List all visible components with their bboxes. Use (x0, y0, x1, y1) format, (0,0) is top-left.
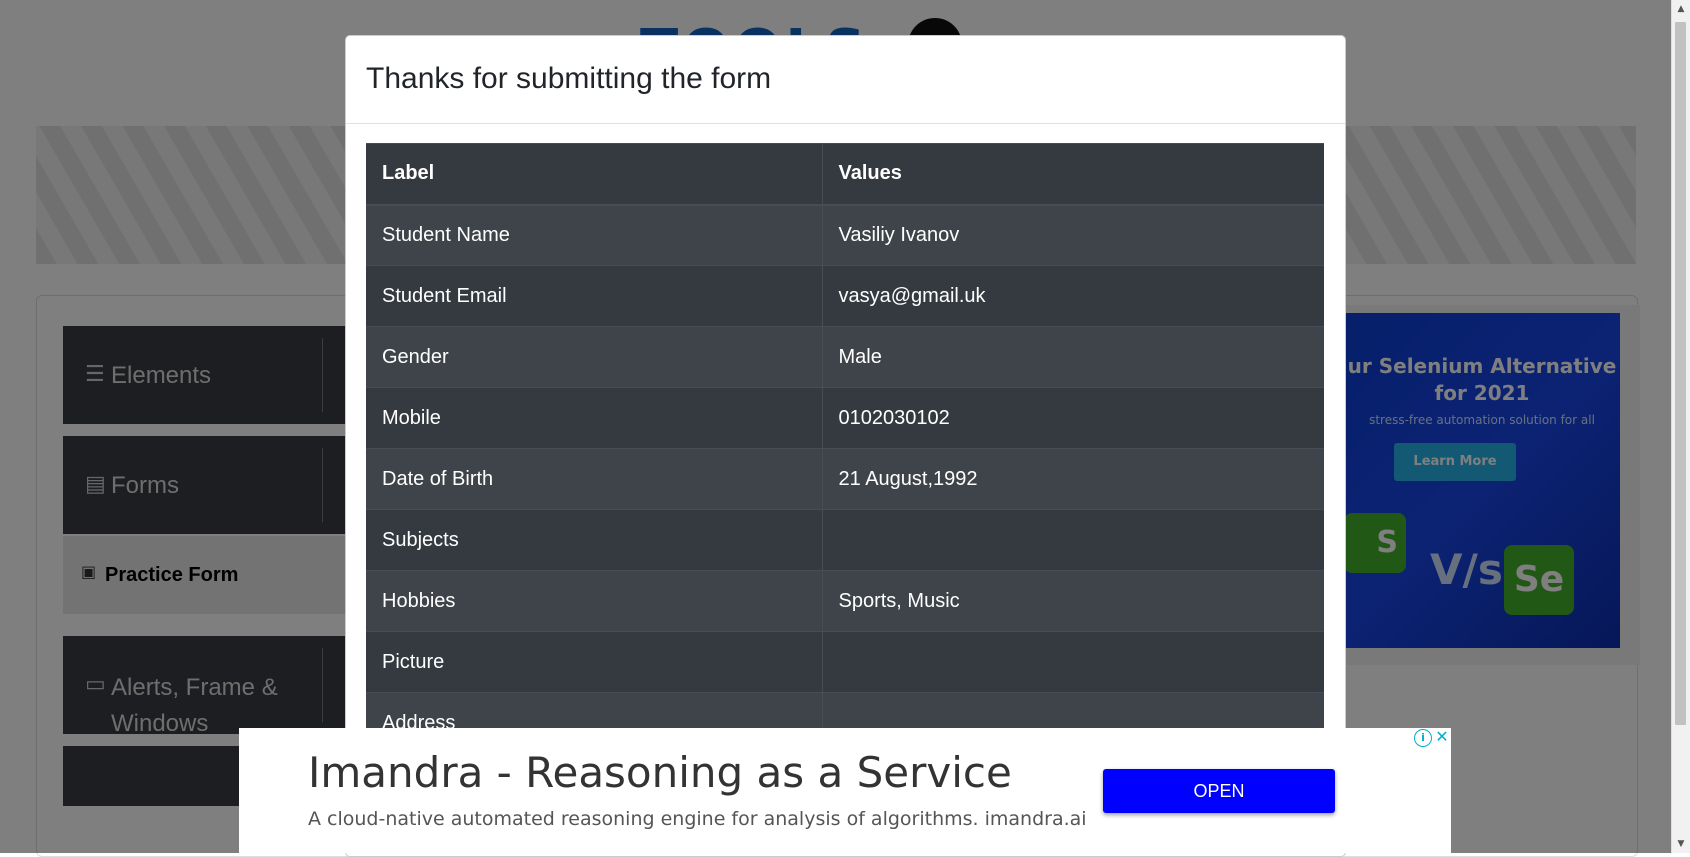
scroll-thumb[interactable] (1675, 22, 1686, 725)
ad-close-icon[interactable]: ✕ (1433, 728, 1451, 746)
column-header-label: Label (366, 143, 823, 206)
scroll-down-arrow-icon[interactable]: ▼ (1672, 835, 1690, 853)
table-row: Subjects (366, 509, 1324, 571)
ad-open-button[interactable]: OPEN (1103, 769, 1335, 813)
ad-description[interactable]: A cloud-native automated reasoning engin… (308, 808, 1087, 830)
row-value: vasya@gmail.uk (822, 265, 1324, 327)
results-table: Label Values Student Name Vasiliy Ivanov … (366, 143, 1324, 754)
row-label: Subjects (366, 509, 823, 571)
row-value: 21 August,1992 (822, 448, 1324, 510)
bottom-advertisement[interactable]: Imandra - Reasoning as a Service A cloud… (239, 728, 1451, 853)
row-value: 0102030102 (822, 387, 1324, 449)
modal-header: Thanks for submitting the form (346, 36, 1345, 124)
scroll-up-arrow-icon[interactable]: ▲ (1672, 0, 1690, 18)
row-value (822, 631, 1324, 693)
ad-title[interactable]: Imandra - Reasoning as a Service (308, 748, 1012, 797)
row-label: Student Name (366, 204, 823, 266)
row-label: Date of Birth (366, 448, 823, 510)
row-value (822, 509, 1324, 571)
table-row: Picture (366, 631, 1324, 693)
modal-title: Thanks for submitting the form (366, 62, 772, 95)
row-value: Male (822, 326, 1324, 388)
table-row: Date of Birth 21 August,1992 (366, 448, 1324, 510)
row-label: Picture (366, 631, 823, 693)
table-row: Mobile 0102030102 (366, 387, 1324, 449)
column-header-values: Values (822, 143, 1324, 206)
row-value: Vasiliy Ivanov (822, 204, 1324, 266)
ad-info-icon[interactable]: i (1414, 729, 1432, 747)
table-row: Gender Male (366, 326, 1324, 388)
row-label: Hobbies (366, 570, 823, 632)
table-row: Hobbies Sports, Music (366, 570, 1324, 632)
table-header-row: Label Values (366, 143, 1324, 206)
table-row: Student Name Vasiliy Ivanov (366, 204, 1324, 266)
row-value: Sports, Music (822, 570, 1324, 632)
row-label: Gender (366, 326, 823, 388)
table-row: Student Email vasya@gmail.uk (366, 265, 1324, 327)
row-label: Student Email (366, 265, 823, 327)
page-scrollbar[interactable]: ▲ ▼ (1671, 0, 1690, 853)
row-label: Mobile (366, 387, 823, 449)
